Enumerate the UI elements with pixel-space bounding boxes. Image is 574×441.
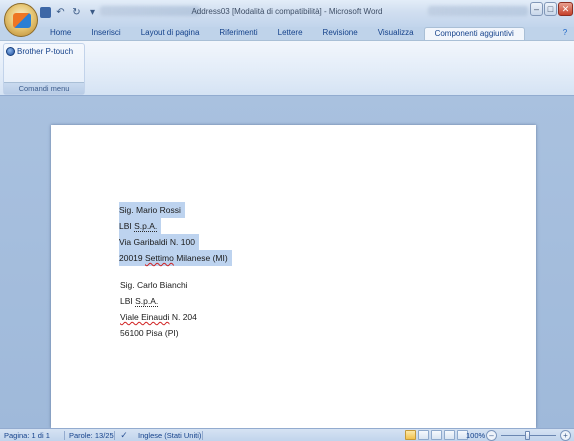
tab-home[interactable]: Home: [40, 27, 81, 40]
address-line: 20019 Settimo Milanese (MI): [119, 250, 232, 266]
office-logo-icon: [13, 13, 31, 28]
address-line: LBI S.p.A.: [120, 296, 159, 307]
zoom-level[interactable]: 100%: [466, 430, 485, 441]
company-prefix: LBI: [119, 221, 135, 231]
address-line: Via Garibaldi N. 100: [119, 234, 199, 250]
status-bar: Pagina: 1 di 1 Parole: 13/25 ✓ Inglese (…: [0, 428, 574, 441]
tab-lettere[interactable]: Lettere: [268, 27, 313, 40]
zoom-out-icon[interactable]: –: [486, 430, 497, 441]
language[interactable]: Inglese (Stati Uniti): [138, 430, 201, 441]
office-button[interactable]: [4, 3, 38, 37]
company-flagged: S.p.A.: [134, 221, 158, 232]
company-prefix: LBI: [120, 296, 136, 306]
address-line: LBI S.p.A.: [119, 218, 162, 234]
window-controls: – □ ✕: [529, 2, 573, 16]
outline-view-icon[interactable]: [444, 430, 455, 440]
zoom-slider-thumb[interactable]: [525, 431, 530, 440]
title-bar: ↶ ↻ ▾ Address03 [Modalità di compatibili…: [0, 0, 574, 27]
address-line: Sig. Carlo Bianchi: [120, 280, 188, 290]
ribbon-tabs: Home Inserisci Layout di pagina Riferime…: [40, 27, 525, 40]
view-buttons: [405, 430, 468, 441]
tab-visualizza[interactable]: Visualizza: [368, 27, 424, 40]
web-layout-icon[interactable]: [431, 430, 442, 440]
close-button[interactable]: ✕: [558, 2, 573, 16]
tab-riferimenti[interactable]: Riferimenti: [209, 27, 267, 40]
group-label: Comandi menu: [4, 82, 84, 94]
address-name: Sig. Mario Rossi: [119, 202, 185, 218]
minimize-button[interactable]: –: [530, 2, 543, 16]
tab-inserisci[interactable]: Inserisci: [81, 27, 130, 40]
tab-revisione[interactable]: Revisione: [313, 27, 368, 40]
blurred-region: [428, 6, 528, 16]
zoom-in-icon[interactable]: +: [560, 430, 571, 441]
page-counter[interactable]: Pagina: 1 di 1: [4, 430, 50, 441]
help-icon[interactable]: ?: [560, 28, 570, 38]
full-screen-reading-icon[interactable]: [418, 430, 429, 440]
divider: [202, 431, 203, 440]
word-count[interactable]: Parole: 13/25: [69, 430, 114, 441]
ribbon-group-comandi-menu: Brother P-touch Comandi menu: [3, 43, 85, 95]
address-name: Sig. Carlo Bianchi: [120, 280, 188, 290]
print-layout-view-icon[interactable]: [405, 430, 416, 440]
address-city-flagged: Settimo: [145, 253, 174, 263]
company-flagged: S.p.A.: [135, 296, 159, 307]
address-street-rest: N. 204: [169, 312, 197, 322]
address-line: Sig. Mario Rossi: [119, 202, 185, 218]
divider: [114, 431, 115, 440]
address-city-rest: Milanese (MI): [173, 253, 228, 263]
address-zip: 20019: [119, 253, 145, 263]
ribbon: Brother P-touch Comandi menu: [0, 40, 574, 96]
brother-ptouch-button[interactable]: Brother P-touch: [6, 46, 73, 57]
address-line: 56100 Pisa (PI): [120, 328, 179, 338]
tab-layout-di-pagina[interactable]: Layout di pagina: [131, 27, 210, 40]
proofing-icon[interactable]: ✓: [118, 430, 130, 441]
document-page[interactable]: Sig. Mario Rossi LBI S.p.A. Via Garibald…: [51, 125, 536, 428]
divider: [64, 431, 65, 440]
maximize-button[interactable]: □: [544, 2, 557, 16]
address-street: Via Garibaldi N. 100: [119, 234, 199, 250]
address-city: 56100 Pisa (PI): [120, 328, 179, 338]
address-line: Viale Einaudi N. 204: [120, 312, 197, 322]
brother-ptouch-label: Brother P-touch: [17, 47, 74, 56]
ptouch-icon: [6, 47, 15, 56]
address-street-flagged: Viale Einaudi: [120, 312, 170, 322]
tab-componenti-aggiuntivi[interactable]: Componenti aggiuntivi: [423, 27, 525, 40]
